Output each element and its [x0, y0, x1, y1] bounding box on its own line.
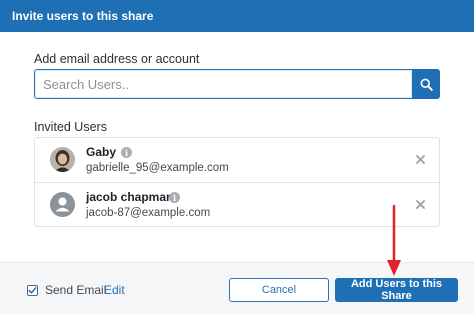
list-item: Gaby i gabrielle_95@example.com	[35, 138, 439, 182]
user-name: Gaby	[86, 145, 117, 159]
info-icon[interactable]: i	[121, 147, 132, 158]
info-icon[interactable]: i	[169, 192, 180, 203]
dialog-footer: Send Email Edit Cancel Add Users to this…	[0, 262, 474, 314]
list-item: jacob chapman i jacob-87@example.com	[35, 182, 439, 227]
invited-users-label: Invited Users	[34, 120, 107, 134]
send-email-label: Send Email	[45, 283, 107, 297]
person-icon	[55, 197, 70, 212]
user-email: gabrielle_95@example.com	[86, 162, 229, 174]
edit-email-link[interactable]: Edit	[104, 283, 125, 297]
user-email: jacob-87@example.com	[86, 207, 211, 219]
invited-users-list: Gaby i gabrielle_95@example.com jacob ch…	[34, 137, 440, 227]
dialog-title-bar: Invite users to this share	[0, 0, 474, 32]
search-icon	[420, 78, 433, 91]
remove-user-icon[interactable]	[415, 199, 425, 209]
send-email-checkbox[interactable]	[27, 285, 38, 296]
close-icon	[415, 199, 425, 209]
remove-user-icon[interactable]	[415, 154, 425, 164]
close-icon	[415, 154, 425, 164]
avatar	[50, 192, 75, 217]
dialog-title: Invite users to this share	[12, 9, 154, 23]
avatar	[50, 147, 75, 172]
checkmark-icon	[28, 287, 37, 294]
user-name: jacob chapman	[86, 190, 174, 204]
user-photo-icon	[50, 147, 75, 172]
search-bar	[34, 69, 440, 99]
add-users-button[interactable]: Add Users to this Share	[335, 278, 458, 302]
search-label: Add email address or account	[34, 52, 200, 66]
search-input[interactable]	[34, 69, 412, 99]
search-button[interactable]	[412, 69, 440, 99]
cancel-button[interactable]: Cancel	[229, 278, 329, 302]
